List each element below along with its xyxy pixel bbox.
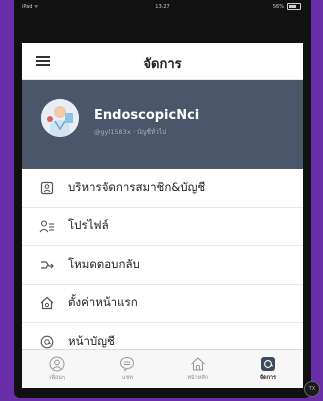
tab-manage[interactable]: จัดการ: [233, 350, 303, 388]
battery-percent: 56%: [272, 3, 284, 10]
bottom-tab-bar: เพื่อนๆ แชท หน้าหลัก จัดการ: [22, 349, 303, 388]
tab-label: แชท: [121, 375, 133, 381]
status-bar: iPad ᯤ 13:27 56%: [14, 0, 311, 14]
menu-item-label: โปรไฟล์: [68, 218, 109, 233]
tab-label: หน้าหลัก: [187, 375, 209, 381]
profile-header[interactable]: EndoscopicNci @gyl1583x · บัญชีทั่วไป: [22, 80, 303, 169]
tab-friends[interactable]: เพื่อนๆ: [22, 350, 92, 388]
avatar[interactable]: [41, 99, 79, 137]
tab-label: เพื่อนๆ: [49, 375, 65, 381]
menu-item-member-account[interactable]: บริหารจัดการสมาชิก&บัญชี: [22, 169, 303, 208]
tab-label: จัดการ: [259, 375, 276, 381]
menu-item-profile[interactable]: โปรไฟล์: [22, 207, 303, 246]
profile-icon: [38, 217, 56, 235]
menu-item-label: ตั้งค่าหน้าแรก: [68, 295, 138, 310]
window-frame: iPad ᯤ 13:27 56% จัดการ EndoscopicNci @g…: [0, 0, 323, 401]
profile-name: EndoscopicNci: [94, 108, 200, 123]
home-icon: [190, 357, 205, 371]
menu-item-reply-mode[interactable]: โหมดตอบกลับ: [22, 246, 303, 285]
reply-mode-icon: [38, 256, 56, 274]
page-title: จัดการ: [143, 57, 182, 72]
top-bar: จัดการ: [22, 43, 303, 80]
member-card-icon: [38, 179, 56, 197]
home-settings-icon: [38, 294, 56, 312]
app-screen: จัดการ EndoscopicNci @gyl1583x · บัญชีทั…: [22, 43, 303, 388]
doctor-avatar-icon: [41, 99, 79, 137]
battery-indicator: 56%: [273, 3, 301, 10]
manage-menu: บริหารจัดการสมาชิก&บัญชี โปรไฟล์ โหมดตอบ…: [22, 169, 303, 362]
profile-subtitle: @gyl1583x · บัญชีทั่วไป: [94, 128, 167, 136]
manage-icon: [260, 357, 275, 371]
menu-item-label: โหมดตอบกลับ: [68, 256, 140, 271]
friends-icon: [49, 356, 65, 372]
chat-icon: [120, 356, 135, 372]
tab-home[interactable]: หน้าหลัก: [163, 350, 233, 388]
status-time: 13:27: [155, 4, 170, 10]
menu-item-label: บริหารจัดการสมาชิก&บัญชี: [68, 179, 206, 194]
tab-chat[interactable]: แชท: [92, 350, 162, 388]
menu-item-home-settings[interactable]: ตั้งค่าหน้าแรก: [22, 284, 303, 323]
battery-icon: [287, 3, 301, 10]
overlay-corner-button[interactable]: TX: [304, 381, 320, 397]
